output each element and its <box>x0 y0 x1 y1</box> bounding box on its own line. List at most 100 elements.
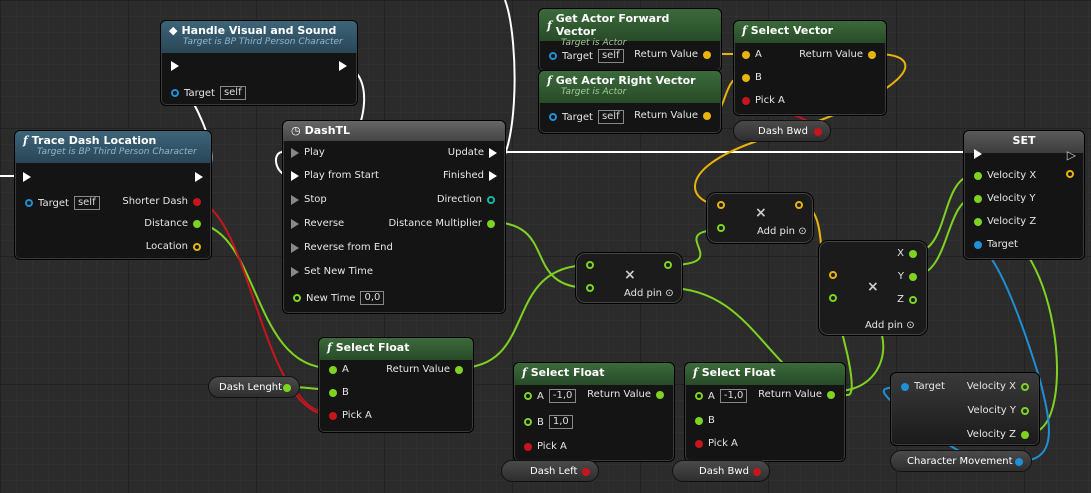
exec-out-pin[interactable] <box>195 172 203 182</box>
velocity-y-pin[interactable] <box>974 194 982 203</box>
output-pin[interactable] <box>1066 170 1074 178</box>
a-pin[interactable] <box>524 392 532 400</box>
b-pin[interactable] <box>329 388 337 397</box>
output-pin[interactable] <box>795 201 803 209</box>
variable-pin[interactable] <box>753 468 761 476</box>
update-pin[interactable] <box>489 147 497 158</box>
finished-pin[interactable] <box>489 170 497 181</box>
target-pin[interactable] <box>549 52 557 60</box>
set-new-time-pin[interactable] <box>291 266 299 277</box>
add-pin-icon[interactable]: ⊙ <box>906 320 914 331</box>
input-a-pin[interactable] <box>586 261 594 269</box>
b-pin[interactable] <box>742 73 750 82</box>
target-value[interactable]: self <box>73 196 100 210</box>
b-pin[interactable] <box>695 416 703 425</box>
handle-visual-and-sound-node[interactable]: ◆ Handle Visual and Sound Target is BP Th… <box>160 20 358 106</box>
x-pin[interactable] <box>909 249 917 258</box>
velocity-break-node[interactable]: Target Velocity X Velocity Y Velocity Z <box>890 372 1040 446</box>
return-value-pin[interactable] <box>703 50 711 59</box>
return-value-pin[interactable] <box>656 390 664 399</box>
distance-multiplier-pin[interactable] <box>487 219 495 228</box>
target-pin[interactable] <box>549 113 557 121</box>
variable-pin[interactable] <box>582 468 590 476</box>
direction-pin[interactable] <box>487 195 495 204</box>
a-value[interactable]: -1,0 <box>719 389 748 403</box>
play-pin[interactable] <box>291 147 299 158</box>
multiply-vector-node[interactable]: × Add pin ⊙ <box>706 192 814 244</box>
add-pin-label[interactable]: Add pin <box>624 288 662 299</box>
input-a-pin[interactable] <box>829 271 837 279</box>
pick-a-pin[interactable] <box>524 442 532 451</box>
pick-a-pin[interactable] <box>329 411 337 420</box>
add-pin-label[interactable]: Add pin <box>757 226 795 237</box>
velocity-z-pin[interactable] <box>974 217 982 226</box>
return-value-pin[interactable] <box>703 111 711 120</box>
variable-pin[interactable] <box>283 384 291 392</box>
input-b-pin[interactable] <box>586 284 594 292</box>
add-pin-icon[interactable]: ⊙ <box>798 226 806 237</box>
pick-a-pin[interactable] <box>695 439 703 448</box>
variable-pin[interactable] <box>1015 458 1023 466</box>
exec-in-pin[interactable] <box>171 61 179 71</box>
trace-dash-location-node[interactable]: f Trace Dash Location Target is BP Third … <box>14 130 212 260</box>
add-pin-icon[interactable]: ⊙ <box>665 288 673 299</box>
variable-pin[interactable] <box>814 128 822 136</box>
target-value[interactable]: self <box>219 86 246 100</box>
exec-in-pin[interactable] <box>974 149 982 159</box>
select-float-node-2[interactable]: f Select Float A -1,0 B 1,0 Pick A Return V… <box>513 362 675 462</box>
a-pin[interactable] <box>742 50 750 59</box>
pick-a-pin[interactable] <box>742 96 750 105</box>
select-vector-node[interactable]: f Select Vector A B Pick A Return Value <box>733 20 887 116</box>
location-pin[interactable] <box>193 242 201 251</box>
return-value-pin[interactable] <box>827 390 835 399</box>
add-pin-label[interactable]: Add pin <box>865 320 903 331</box>
target-pin[interactable] <box>25 199 33 207</box>
target-value[interactable]: self <box>597 49 624 63</box>
shorter-dash-pin[interactable] <box>193 197 201 206</box>
set-velocity-node[interactable]: SET ▷ Velocity X Velocity Y Velocity Z T… <box>963 130 1085 260</box>
input-a-pin[interactable] <box>717 201 725 209</box>
new-time-value[interactable]: 0,0 <box>360 291 385 305</box>
get-actor-forward-vector-node[interactable]: f Get Actor Forward Vector Target is Acto… <box>538 8 722 72</box>
velocity-x-pin[interactable] <box>1021 382 1029 391</box>
z-pin[interactable] <box>909 295 917 304</box>
distance-pin[interactable] <box>193 219 201 228</box>
dash-left-variable[interactable]: Dash Left <box>501 460 599 482</box>
exec-out-icon[interactable]: ▷ <box>1067 148 1076 162</box>
play-from-start-pin[interactable] <box>291 170 299 181</box>
select-float-node-3[interactable]: f Select Float A -1,0 B Pick A Return Valu… <box>684 362 846 462</box>
a-pin[interactable] <box>695 392 703 400</box>
stop-pin[interactable] <box>291 194 299 205</box>
select-float-node-1[interactable]: f Select Float A B Pick A Return Value <box>318 337 474 433</box>
a-pin[interactable] <box>329 365 337 374</box>
dash-bwd-variable-top[interactable]: Dash Bwd <box>733 120 831 142</box>
character-movement-variable[interactable]: Character Movement <box>890 450 1032 472</box>
b-value[interactable]: 1,0 <box>548 415 573 429</box>
velocity-x-pin[interactable] <box>974 171 982 180</box>
reverse-pin[interactable] <box>291 218 299 229</box>
break-vector-node[interactable]: × X Y Z Add pin ⊙ <box>818 240 928 336</box>
b-pin[interactable] <box>524 418 532 426</box>
exec-out-pin[interactable] <box>339 61 347 71</box>
reverse-from-end-pin[interactable] <box>291 242 299 253</box>
return-value-pin[interactable] <box>868 50 876 59</box>
dash-timeline-node[interactable]: ◷ DashTL Play Play from Start Stop Revers… <box>282 120 506 314</box>
multiply-float-node[interactable]: × Add pin ⊙ <box>575 252 683 304</box>
a-value[interactable]: -1,0 <box>548 389 577 403</box>
dash-lenght-variable[interactable]: Dash Lenght <box>208 376 300 398</box>
velocity-y-pin[interactable] <box>1021 406 1029 415</box>
target-pin[interactable] <box>901 382 909 391</box>
exec-in-pin[interactable] <box>23 172 31 182</box>
target-value[interactable]: self <box>597 110 624 124</box>
dash-bwd-variable-bottom[interactable]: Dash Bwd <box>672 460 770 482</box>
y-pin[interactable] <box>909 272 917 281</box>
input-b-pin[interactable] <box>829 294 837 302</box>
return-value-pin[interactable] <box>455 365 463 374</box>
target-pin[interactable] <box>171 89 179 97</box>
new-time-pin[interactable] <box>293 294 301 302</box>
get-actor-right-vector-node[interactable]: f Get Actor Right Vector Target is Actor … <box>538 70 722 134</box>
target-pin[interactable] <box>974 240 982 249</box>
velocity-z-pin[interactable] <box>1021 430 1029 439</box>
input-b-pin[interactable] <box>717 224 725 232</box>
output-pin[interactable] <box>664 261 672 269</box>
